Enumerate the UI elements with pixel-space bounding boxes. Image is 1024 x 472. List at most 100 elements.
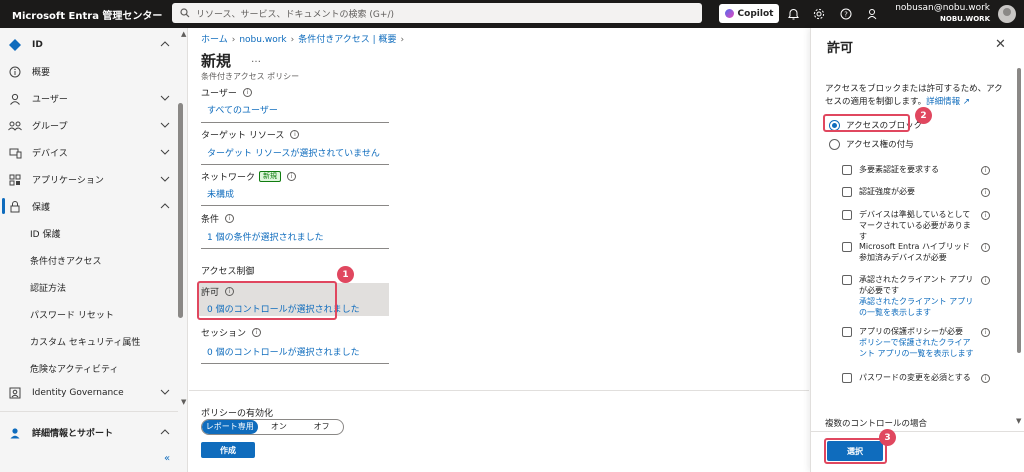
learn-more-link[interactable]: 詳細情報 [926, 97, 960, 107]
sidebar-item-protection[interactable]: 保護 [0, 193, 178, 220]
sidebar-item-label: Identity Governance [32, 387, 124, 398]
account-info[interactable]: nobusan@nobu.work NOBU.WORK [895, 3, 990, 25]
sidebar-divider [0, 411, 178, 412]
gear-icon[interactable] [811, 6, 827, 22]
checkbox-icon [842, 275, 852, 285]
sidebar-item-overview[interactable]: 概要 [0, 58, 178, 85]
copilot-button[interactable]: Copilot [719, 4, 779, 23]
copilot-icon [724, 9, 734, 18]
breadcrumb-home[interactable]: ホーム [201, 35, 228, 45]
info-icon[interactable]: i [242, 88, 252, 97]
sidebar-item-risky-activities[interactable]: 危険なアクティビティ [0, 355, 178, 382]
checkbox-auth-strength[interactable]: 認証強度が必要 i [842, 186, 990, 197]
users-link[interactable]: すべてのユーザー [207, 103, 278, 116]
checkbox-icon [842, 327, 852, 337]
info-icon[interactable]: i [981, 328, 990, 337]
sidebar-item-label: 条件付きアクセス [30, 257, 102, 267]
callout-badge-2: 2 [915, 107, 932, 124]
checkbox-hybrid-joined[interactable]: Microsoft Entra ハイブリッド参加済みデバイスが必要 i [842, 241, 990, 263]
create-button[interactable]: 作成 [201, 442, 255, 458]
conditions-link[interactable]: 1 個の条件が選択されました [207, 230, 324, 243]
app-title[interactable]: Microsoft Entra 管理センター [0, 7, 162, 22]
section-divider [201, 164, 389, 165]
target-resources-link[interactable]: ターゲット リソースが選択されていません [207, 146, 380, 159]
sidebar-item-devices[interactable]: デバイス [0, 139, 178, 166]
sidebar-item-custom-security-attributes[interactable]: カスタム セキュリティ属性 [0, 328, 178, 355]
callout-badge-1: 1 [337, 266, 354, 283]
sidebar-item-identity-governance[interactable]: Identity Governance [0, 379, 178, 406]
info-icon[interactable]: i [252, 328, 262, 337]
sidebar-scrollbar[interactable] [178, 103, 183, 318]
copilot-label: Copilot [737, 8, 774, 19]
info-icon[interactable]: i [981, 188, 990, 197]
radio-grant-access[interactable]: アクセス権の付与 [829, 138, 914, 150]
lock-icon [8, 200, 22, 214]
checkbox-require-mfa[interactable]: 多要素認証を要求する i [842, 164, 990, 175]
checkbox-app-protection-policy[interactable]: アプリの保護ポリシーが必要 ポリシーで保護されたクライアント アプリの一覧を表示し… [842, 326, 990, 359]
toggle-on[interactable]: オン [258, 420, 301, 434]
info-icon[interactable]: i [981, 276, 990, 285]
session-link[interactable]: 0 個のコントロールが選択されました [207, 345, 360, 358]
scroll-up-arrow[interactable]: ▲ [181, 30, 186, 38]
close-icon[interactable]: ✕ [995, 37, 1006, 52]
sidebar-item-id-protection[interactable]: ID 保護 [0, 220, 178, 247]
scroll-down-arrow[interactable]: ▼ [181, 398, 186, 406]
help-icon[interactable]: ? [838, 6, 854, 22]
sidebar-item-conditional-access[interactable]: 条件付きアクセス [0, 247, 178, 274]
governance-icon [8, 386, 22, 400]
breadcrumb-conditional-access[interactable]: 条件付きアクセス | 概要 [298, 35, 396, 45]
person-icon [8, 92, 22, 106]
sidebar-item-auth-methods[interactable]: 認証方法 [0, 274, 178, 301]
checkbox-icon [842, 187, 852, 197]
feedback-icon[interactable] [865, 6, 881, 22]
chevron-up-icon [160, 40, 170, 50]
session-label: セッション i [201, 326, 262, 339]
approved-apps-list-link[interactable]: 承認されたクライアント アプリの一覧を表示します [859, 296, 977, 318]
checkbox-icon [842, 242, 852, 252]
bell-icon[interactable] [785, 6, 801, 22]
info-icon[interactable]: i [290, 130, 300, 139]
info-icon[interactable]: i [981, 374, 990, 383]
info-icon[interactable]: i [225, 214, 235, 223]
info-icon[interactable]: i [287, 172, 297, 181]
search-placeholder: リソース、サービス、ドキュメントの検索 (G+/) [196, 9, 394, 20]
callout-highlight-grant [197, 281, 337, 320]
avatar[interactable] [998, 5, 1016, 23]
search-input[interactable]: リソース、サービス、ドキュメントの検索 (G+/) [172, 3, 702, 23]
breadcrumb-tenant[interactable]: nobu.work [239, 35, 286, 45]
collapse-sidebar-button[interactable]: « [164, 453, 170, 464]
info-icon[interactable]: i [981, 211, 990, 220]
access-controls-heading: アクセス制御 [201, 267, 255, 277]
info-icon[interactable]: i [981, 166, 990, 175]
more-options-button[interactable]: … [251, 54, 261, 65]
info-circle-icon [8, 65, 22, 79]
sidebar-item-id[interactable]: ID [0, 31, 178, 58]
section-divider [201, 122, 389, 123]
sidebar-item-applications[interactable]: アプリケーション [0, 166, 178, 193]
checkbox-password-change[interactable]: パスワードの変更を必須とする i [842, 372, 990, 383]
sidebar-item-groups[interactable]: グループ [0, 112, 178, 139]
toggle-off[interactable]: オフ [300, 420, 343, 434]
chevron-down-icon [160, 148, 170, 158]
multiple-controls-label: 複数のコントロールの場合 [825, 419, 928, 429]
checkbox-compliant-device[interactable]: デバイスは準拠しているとしてマークされている必要があります i [842, 209, 990, 242]
panel-scrollbar[interactable] [1017, 68, 1021, 353]
info-icon[interactable]: i [981, 243, 990, 252]
sidebar-item-password-reset[interactable]: パスワード リセット [0, 301, 178, 328]
scroll-down-arrow[interactable]: ▼ [1016, 417, 1021, 425]
panel-title: 許可 [827, 41, 854, 56]
network-link[interactable]: 未構成 [207, 187, 234, 200]
sidebar-item-label: ユーザー [32, 95, 68, 105]
external-link-icon: ↗ [960, 97, 970, 107]
checkbox-approved-client-app[interactable]: 承認されたクライアント アプリが必要です 承認されたクライアント アプリの一覧を表… [842, 274, 990, 318]
enable-policy-label: ポリシーの有効化 [201, 409, 274, 419]
entra-diamond-icon [8, 38, 22, 52]
protected-apps-list-link[interactable]: ポリシーで保護されたクライアント アプリの一覧を表示します [859, 337, 977, 359]
sidebar-item-help-support[interactable]: 詳細情報とサポート [0, 419, 178, 446]
checkbox-icon [842, 165, 852, 175]
sidebar-item-users[interactable]: ユーザー [0, 85, 178, 112]
section-divider [201, 205, 389, 206]
toggle-report-only[interactable]: レポート専用 [202, 420, 258, 434]
group-icon [8, 119, 22, 133]
enable-policy-toggle[interactable]: レポート専用 オン オフ [201, 419, 344, 435]
